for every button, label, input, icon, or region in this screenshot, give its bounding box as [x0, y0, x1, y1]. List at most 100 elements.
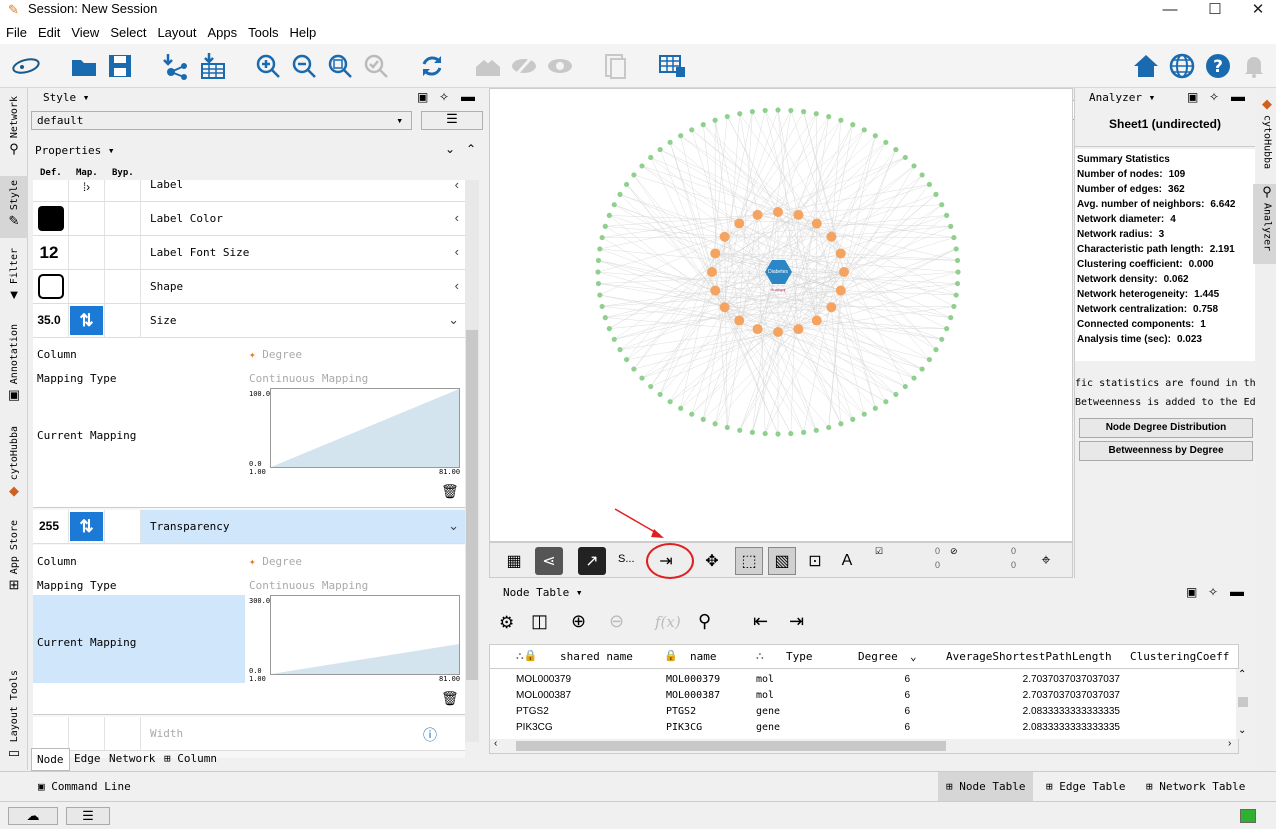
gene-node[interactable]: [602, 223, 608, 229]
gene-node[interactable]: [595, 280, 602, 287]
gene-node[interactable]: [597, 246, 603, 252]
float-panel-icon[interactable]: ▣: [1186, 585, 1197, 599]
navigator-icon[interactable]: ⌖: [1032, 547, 1060, 575]
gene-node[interactable]: [953, 246, 959, 252]
gene-node[interactable]: [948, 223, 954, 229]
gene-node[interactable]: [657, 391, 663, 398]
tab-node-style[interactable]: Node: [31, 748, 70, 771]
move-nodes-icon[interactable]: ✥: [698, 547, 726, 575]
gene-node[interactable]: [606, 212, 612, 218]
gene-node[interactable]: [667, 139, 673, 145]
import-network-icon[interactable]: [160, 50, 192, 82]
gene-node[interactable]: [689, 127, 695, 133]
molecule-node[interactable]: [734, 218, 745, 229]
gene-node[interactable]: [737, 427, 743, 433]
gene-node[interactable]: [788, 107, 794, 114]
gene-node[interactable]: [813, 427, 819, 433]
gene-node[interactable]: [883, 399, 889, 405]
gene-node[interactable]: [617, 191, 623, 197]
minimize-panel-icon[interactable]: ▬: [461, 88, 475, 104]
zoom-fit-icon[interactable]: [324, 50, 356, 82]
gene-node[interactable]: [737, 111, 743, 117]
analyzer-header[interactable]: Analyzer ▾: [1089, 91, 1155, 104]
table-row[interactable]: MOL000379 MOL000379 mol 6 2.7037037037037037: [490, 673, 1236, 689]
gene-node[interactable]: [902, 383, 908, 390]
property-row-shape[interactable]: Shape ‹: [33, 270, 465, 304]
gene-node[interactable]: [861, 127, 867, 133]
menu-file[interactable]: File: [0, 22, 32, 40]
gene-node[interactable]: [689, 411, 695, 417]
color-swatch[interactable]: [38, 206, 64, 231]
gene-node[interactable]: [933, 347, 939, 353]
molecule-node[interactable]: [811, 315, 822, 326]
gene-node[interactable]: [623, 356, 630, 363]
gene-node[interactable]: [813, 111, 819, 117]
gene-node[interactable]: [893, 391, 899, 398]
molecule-node[interactable]: [710, 248, 721, 259]
tab-layout-tools[interactable]: Layout Tools ▭: [0, 670, 28, 761]
gene-node[interactable]: [883, 139, 889, 145]
gene-node[interactable]: [872, 405, 878, 411]
molecule-node[interactable]: [826, 231, 837, 242]
gene-node[interactable]: [712, 117, 718, 123]
gene-node[interactable]: [826, 424, 832, 431]
betweenness-by-degree-button[interactable]: Betweenness by Degree: [1079, 441, 1253, 461]
gene-node[interactable]: [595, 257, 602, 264]
close-button[interactable]: ✕: [1238, 0, 1276, 22]
globe-icon[interactable]: [1166, 50, 1198, 82]
pin-icon[interactable]: ✧: [439, 90, 449, 104]
network-graph[interactable]: Diabetes Huangqi: [490, 89, 1072, 541]
gene-node[interactable]: [939, 202, 945, 208]
command-line-button[interactable]: ▣ Command Line: [30, 772, 139, 802]
pin-icon[interactable]: ✧: [1209, 90, 1219, 104]
col-name[interactable]: name: [690, 650, 717, 663]
gene-node[interactable]: [872, 133, 878, 139]
chevron-left-icon[interactable]: ‹: [455, 210, 459, 225]
gene-node[interactable]: [911, 163, 917, 169]
chevron-left-icon[interactable]: ‹: [455, 244, 459, 259]
gene-node[interactable]: [599, 303, 605, 310]
gene-node[interactable]: [826, 113, 832, 120]
minimize-panel-icon[interactable]: ▬: [1230, 583, 1244, 599]
col-type[interactable]: Type: [786, 650, 813, 663]
menu-layout[interactable]: Layout: [151, 22, 201, 40]
gene-node[interactable]: [749, 109, 755, 115]
maximize-button[interactable]: ☐: [1195, 0, 1235, 22]
gene-node[interactable]: [861, 411, 867, 417]
gene-node[interactable]: [599, 234, 605, 241]
zoom-out-icon[interactable]: [288, 50, 320, 82]
save-session-icon[interactable]: [104, 50, 136, 82]
gene-node[interactable]: [919, 366, 925, 372]
molecule-node[interactable]: [719, 302, 730, 313]
gene-node[interactable]: [954, 280, 961, 287]
gene-node[interactable]: [926, 356, 933, 363]
property-row-label-font-size[interactable]: 12 Label Font Size ‹: [33, 236, 465, 270]
property-row-width[interactable]: Width ⓘ: [33, 717, 465, 751]
gene-node[interactable]: [617, 347, 623, 353]
import-table-icon[interactable]: ⇤: [753, 611, 768, 632]
mapping-type-select[interactable]: Continuous Mapping: [249, 579, 368, 592]
gene-node[interactable]: [955, 269, 961, 275]
memory-status-icon[interactable]: [1240, 809, 1256, 823]
show-columns-icon[interactable]: ◫: [531, 611, 548, 632]
gene-node[interactable]: [948, 315, 954, 321]
tab-analyzer-right[interactable]: ⚲ Analyzer: [1253, 184, 1276, 264]
tab-app-store[interactable]: App Store ⊞: [0, 520, 28, 593]
open-session-icon[interactable]: [68, 50, 100, 82]
molecule-node[interactable]: [752, 209, 763, 220]
col-avg-shortest-path[interactable]: AverageShortestPathLength: [946, 650, 1112, 663]
property-row-label[interactable]: ⁞› Label ‹: [33, 180, 465, 202]
gene-node[interactable]: [724, 113, 730, 120]
gene-node[interactable]: [801, 429, 807, 435]
notification-bell-icon[interactable]: [1238, 50, 1270, 82]
molecule-node[interactable]: [835, 285, 846, 296]
grid-view-icon[interactable]: ▦: [500, 547, 528, 575]
tab-network-style[interactable]: Network: [104, 748, 160, 769]
tab-cytohubba[interactable]: cytoHubba ◆: [0, 426, 28, 499]
col-shared-name[interactable]: shared name: [560, 650, 633, 663]
molecule-node[interactable]: [752, 324, 763, 335]
molecule-node[interactable]: [719, 231, 730, 242]
tab-network[interactable]: Network ⚲: [0, 96, 28, 157]
info-icon[interactable]: ⓘ: [423, 725, 437, 745]
gene-node[interactable]: [631, 172, 637, 178]
